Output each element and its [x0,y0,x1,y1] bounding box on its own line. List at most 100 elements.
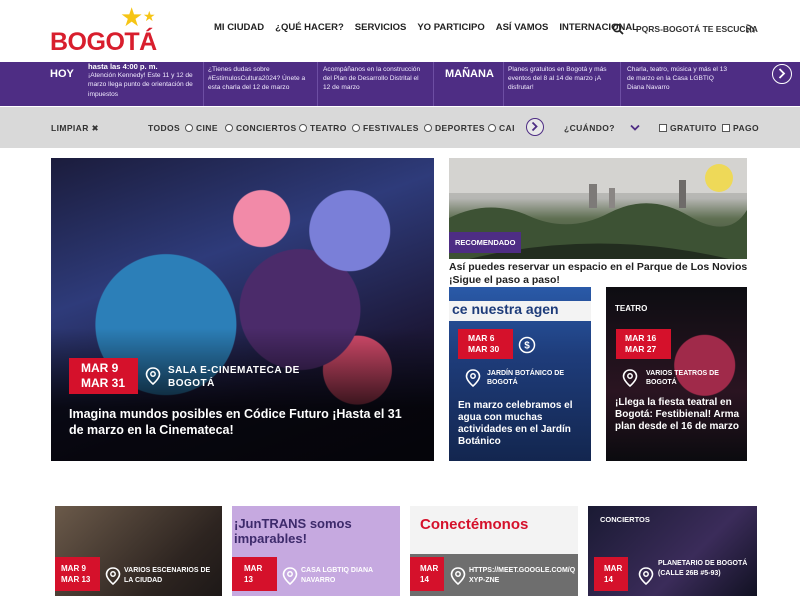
ticker-item[interactable]: hasta las 4:00 p. m. ¡Atención Kennedy! … [88,62,200,99]
ticker-divider [503,62,504,106]
logo-text: BOGOTÁ [50,28,157,56]
filter-gratuito[interactable]: GRATUITO [659,123,717,133]
event-location: SALA E-CINEMATECA DE BOGOTÁ [168,365,300,389]
date-badge: MAR 14 [410,557,444,591]
filter-conciertos[interactable]: CONCIERTOS [225,123,297,133]
date-from: MAR 16 [625,333,657,343]
filter-label: CAI [499,123,515,133]
nav-yo-participo[interactable]: YO PARTICIPO [417,22,484,33]
nav-mi-ciudad[interactable]: MI CIUDAD [214,22,264,33]
pqrs-link[interactable]: PQRS-BOGOTÁ TE ESCUCHA [636,24,758,34]
event-location: VARIOS TEATROS DE BOGOTÁ [646,370,719,386]
filter-cai[interactable]: CAI [488,123,515,133]
ticker-divider [620,62,621,106]
event-card-bottom-3[interactable]: Conectémonos MAR 14 HTTPS://MEET.GOOGLE.… [410,506,578,596]
date-to: 13 [244,575,253,584]
recommended-card[interactable]: RECOMENDADO [449,158,747,259]
radio-icon [424,124,432,132]
location-pin-icon [282,567,298,585]
ticker-item[interactable]: ¿Tienes dudas sobre #EstímulosCultura202… [208,65,312,93]
category-tag: TEATRO [615,304,648,313]
event-card-bottom-4[interactable]: CONCIERTOS MAR 14 PLANETARIO DE BOGOTÁ (… [588,506,757,596]
filter-festivales[interactable]: FESTIVALES [352,123,419,133]
when-dropdown[interactable]: ¿CUÁNDO? [564,123,615,133]
event-location: HTTPS://MEET.GOOGLE.COM/QXYP-ZNE [469,567,576,584]
radio-icon [488,124,496,132]
filter-teatro[interactable]: TEATRO [299,123,347,133]
event-location: PLANETARIO DE BOGOTÁ (CALLE 26B #5-93) [658,560,748,577]
nav-internacional[interactable]: INTERNACIONAL [559,22,638,33]
location-pin-icon [638,567,654,585]
date-to: MAR 31 [81,376,126,390]
event-card-bottom-1[interactable]: MAR 9 MAR 13 VARIOS ESCENARIOS DE LA CIU… [55,506,222,596]
filter-cine[interactable]: CINE [185,123,218,133]
event-title[interactable]: En marzo celebramos el agua con muchas a… [458,400,586,448]
ticker-divider [317,62,318,106]
dollar-icon: $ [518,336,536,354]
banner-text: ¡JunTRANS somos imparables! [234,516,352,546]
date-from: MAR 9 [81,361,119,375]
clear-filters-button[interactable]: LIMPIAR ✖ [51,123,99,134]
checkbox-icon [659,124,667,132]
date-from: MAR [420,564,439,573]
nav-que-hacer[interactable]: ¿QUÉ HACER? [275,22,344,33]
event-title[interactable]: Imagina mundos posibles en Códice Futuro… [69,406,419,438]
ticker-next-button[interactable] [772,64,792,84]
ticker-today-label: HOY [50,68,74,80]
ticker-tomorrow-label: MAÑANA [445,68,494,80]
ticker-item[interactable]: Charla, teatro, música y más el 13 de ma… [627,65,732,93]
category-tag: CONCIERTOS [600,515,650,524]
nav-asi-vamos[interactable]: ASÍ VAMOS [496,22,549,33]
filter-label: GRATUITO [670,123,717,133]
ticker-item[interactable]: Planes gratuitos en Bogotá y más eventos… [508,65,613,93]
filter-pago[interactable]: PAGO [722,123,759,133]
banner-text: Conectémonos [420,516,529,533]
ticker-divider [203,62,204,106]
star-icon: ★ [120,2,144,32]
bogota-logo[interactable]: BOGOTÁ ★ ★ [50,4,160,58]
search-icon[interactable] [612,23,624,35]
date-to: 14 [604,575,613,584]
event-card-teatro[interactable]: TEATRO MAR 16 MAR 27 VARIOS TEATROS DE B… [606,287,747,461]
event-location: VARIOS ESCENARIOS DE LA CIUDAD [124,567,211,584]
radio-icon [299,124,307,132]
filter-todos[interactable]: TODOS [148,123,180,133]
filter-scroll-button[interactable] [526,118,544,136]
main-nav: MI CIUDAD ¿QUÉ HACER? SERVICIOS YO PARTI… [214,22,638,33]
date-from: MAR [604,564,623,573]
event-title[interactable]: ¡Llega la fiesta teatral en Bogotá: Fest… [615,397,743,433]
date-from: MAR 9 [61,564,86,573]
ticker-time: hasta las 4:00 p. m. [88,62,158,71]
svg-text:$: $ [524,341,530,352]
radio-icon [352,124,360,132]
filter-label: TEATRO [310,123,347,133]
date-from: MAR [244,564,263,573]
location-pin-icon [145,367,161,385]
filter-label: FESTIVALES [363,123,419,133]
filter-label: PAGO [733,123,760,133]
events-ticker: HOY hasta las 4:00 p. m. ¡Atención Kenne… [0,62,800,106]
date-to: MAR 27 [625,344,657,354]
event-card-jardin[interactable]: ce nuestra agen MAR 6 MAR 30 $ JARDÍN BO… [449,287,591,461]
chevron-right-icon [778,68,786,79]
location-pin-icon [105,567,121,585]
recommended-tag: RECOMENDADO [449,232,522,253]
event-card-bottom-2[interactable]: ¡JunTRANS somos imparables! MAR 13 CASA … [232,506,400,596]
rss-icon[interactable] [746,24,755,36]
filter-label: DEPORTES [435,123,485,133]
location-pin-icon [450,567,466,585]
chevron-down-icon[interactable] [630,124,640,132]
ticker-item[interactable]: Acompáñanos en la construcción del Plan … [323,65,427,93]
event-location: JARDÍN BOTÁNICO DE BOGOTÁ [487,370,565,386]
radio-icon [185,124,193,132]
date-badge: MAR 16 MAR 27 [616,329,671,359]
recommended-title[interactable]: Así puedes reservar un espacio en el Par… [449,261,759,287]
event-card-hero[interactable]: MAR 9 MAR 31 SALA E-CINEMATECA DE BOGOTÁ… [51,158,434,461]
date-badge: MAR 9 MAR 13 [55,557,100,591]
filter-deportes[interactable]: DEPORTES [424,123,485,133]
nav-servicios[interactable]: SERVICIOS [355,22,407,33]
checkbox-icon [722,124,730,132]
filter-label: CINE [196,123,218,133]
filter-label: CONCIERTOS [236,123,297,133]
location-pin-icon [622,369,638,387]
